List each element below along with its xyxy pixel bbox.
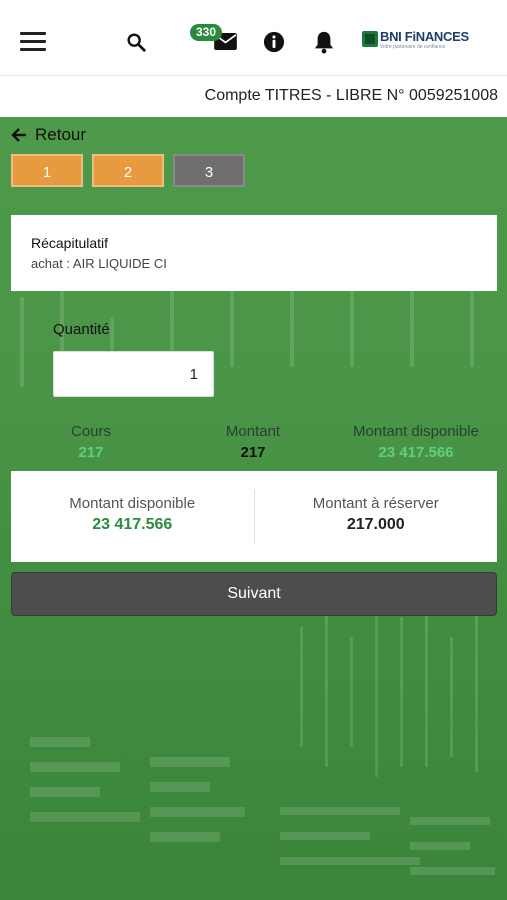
order-panel: Retour 1 2 3 Récapitulatif achat : AIR L… xyxy=(0,117,507,900)
montant-column: Montant 217 xyxy=(208,423,298,461)
cours-column: Cours 217 xyxy=(55,423,127,461)
bell-icon[interactable] xyxy=(313,30,335,54)
recap-subtitle: achat : AIR LIQUIDE CI xyxy=(31,256,167,271)
step-1[interactable]: 1 xyxy=(11,154,83,187)
menu-icon[interactable] xyxy=(20,32,46,52)
back-button[interactable]: Retour xyxy=(11,123,86,147)
search-icon[interactable] xyxy=(125,31,147,53)
disponible-column: Montant disponible 23 417.566 xyxy=(338,423,494,461)
amounts-card: Montant disponible 23 417.566 Montant à … xyxy=(11,471,497,562)
reserve-amount: Montant à réserver 217.000 xyxy=(255,471,498,562)
back-label: Retour xyxy=(35,125,87,144)
step-indicator: 1 2 3 xyxy=(11,154,254,187)
cours-value: 217 xyxy=(78,444,104,461)
quantity-label: Quantité xyxy=(53,321,110,338)
step-2[interactable]: 2 xyxy=(92,154,164,187)
available-label: Montant disponible xyxy=(69,495,196,512)
step-3[interactable]: 3 xyxy=(173,154,245,187)
bni-finances-logo: BNI FiNANCES Votre partenaire de confian… xyxy=(362,29,469,51)
recap-card: Récapitulatif achat : AIR LIQUIDE CI xyxy=(11,215,497,291)
reserve-label: Montant à réserver xyxy=(312,495,439,512)
montant-label: Montant xyxy=(225,423,281,440)
next-button[interactable]: Suivant xyxy=(11,572,497,616)
app-header: 330 BNI FiNANCES Votre partenaire de con… xyxy=(0,0,507,76)
recap-title: Récapitulatif xyxy=(31,235,109,251)
montant-value: 217 xyxy=(240,444,266,461)
account-title: Compte TITRES - LIBRE N° 0059251008 xyxy=(0,77,507,117)
info-icon[interactable] xyxy=(263,31,285,53)
available-value: 23 417.566 xyxy=(92,516,173,533)
reserve-value: 217.000 xyxy=(346,516,405,533)
disponible-value: 23 417.566 xyxy=(378,444,454,461)
messages-button[interactable]: 330 xyxy=(190,24,240,54)
available-amount: Montant disponible 23 417.566 xyxy=(11,471,254,562)
order-summary-row: Cours 217 Montant 217 Montant disponible… xyxy=(0,423,507,465)
cours-label: Cours xyxy=(70,423,111,440)
disponible-label: Montant disponible xyxy=(353,423,479,440)
mail-count-badge: 330 xyxy=(190,24,222,41)
arrow-left-icon xyxy=(11,128,26,142)
quantity-input[interactable] xyxy=(53,351,214,397)
